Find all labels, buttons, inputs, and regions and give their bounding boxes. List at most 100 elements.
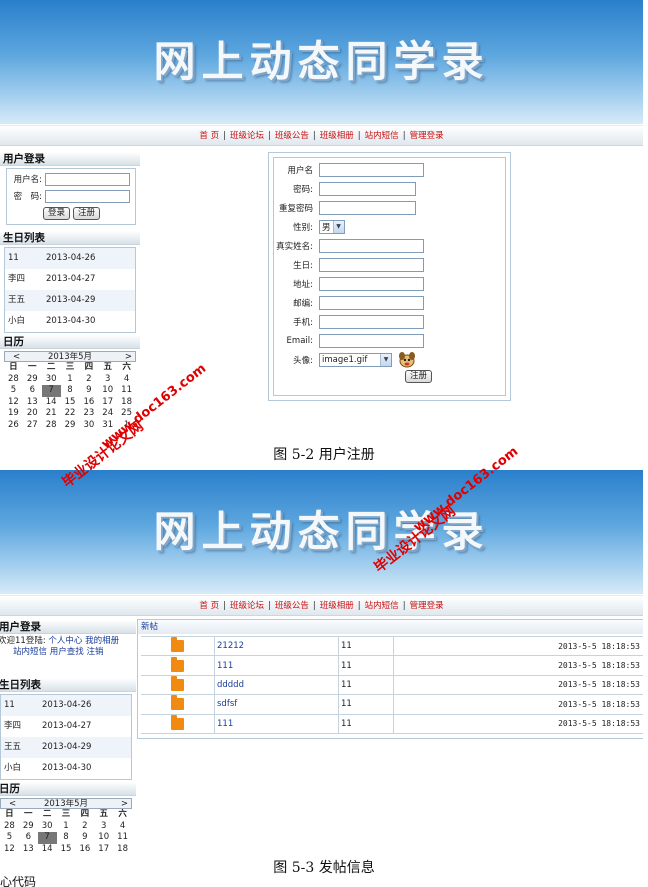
calendar-day[interactable]: 6	[23, 385, 42, 397]
calendar-day[interactable]: 4	[113, 821, 132, 833]
calendar-day[interactable]: 20	[23, 408, 42, 420]
calendar-day[interactable]: 10	[94, 832, 113, 844]
calendar-prev-icon[interactable]: <	[13, 352, 20, 362]
calendar-day[interactable]: 31	[98, 420, 117, 432]
link-logout[interactable]: 注销	[86, 647, 103, 657]
calendar-day[interactable]: 18	[117, 397, 136, 409]
calendar-next-icon[interactable]: >	[125, 352, 132, 362]
register-input[interactable]	[319, 257, 424, 272]
nav-forum[interactable]: 班级论坛	[230, 601, 264, 611]
calendar-day[interactable]: 12	[0, 844, 19, 855]
login-button[interactable]: 登录	[43, 207, 71, 220]
calendar-day[interactable]: 30	[38, 821, 57, 833]
calendar-day[interactable]: 8	[61, 385, 80, 397]
calendar-day[interactable]: 1	[57, 821, 76, 833]
register-input[interactable]	[319, 238, 424, 253]
gender-select[interactable]: 男 ▼	[319, 219, 345, 234]
calendar-day[interactable]: 12	[4, 397, 23, 409]
calendar-day[interactable]: 11	[113, 832, 132, 844]
calendar-day[interactable]: 5	[4, 385, 23, 397]
post-subject-link[interactable]: 21212	[215, 637, 339, 656]
calendar-day[interactable]: 28	[42, 420, 61, 432]
register-input[interactable]	[319, 314, 424, 329]
calendar-day[interactable]: 15	[61, 397, 80, 409]
calendar-day[interactable]: 11	[117, 385, 136, 397]
calendar-next-icon[interactable]: >	[121, 799, 128, 809]
calendar-day[interactable]: 26	[4, 420, 23, 432]
register-submit-button[interactable]: 注册	[405, 370, 433, 383]
post-subject-link[interactable]: ddddd	[215, 675, 339, 695]
calendar-day[interactable]: 27	[23, 420, 42, 432]
register-input[interactable]	[319, 162, 424, 177]
nav-forum[interactable]: 班级论坛	[230, 131, 264, 141]
chevron-down-icon: ▼	[380, 353, 391, 366]
nav-album[interactable]: 班级相册	[320, 601, 354, 611]
calendar-day[interactable]: 23	[79, 408, 98, 420]
nav-admin-login[interactable]: 管理登录	[410, 601, 444, 611]
calendar-day[interactable]: 2	[75, 821, 94, 833]
register-button[interactable]: 注册	[73, 207, 101, 220]
calendar-day[interactable]: 14	[38, 844, 57, 855]
post-author: 11	[339, 714, 394, 733]
calendar-day[interactable]: 1	[61, 374, 80, 386]
calendar-day[interactable]: 10	[98, 385, 117, 397]
calendar-day[interactable]: 3	[94, 821, 113, 833]
calendar-day[interactable]: 13	[23, 397, 42, 409]
calendar-day[interactable]: 9	[75, 832, 94, 844]
calendar-day[interactable]: 5	[0, 832, 19, 844]
calendar-day[interactable]: 28	[4, 374, 23, 386]
calendar-day[interactable]: 1	[117, 420, 136, 432]
calendar-day[interactable]: 7	[37, 832, 57, 844]
calendar-day[interactable]: 19	[4, 408, 23, 420]
calendar-day[interactable]: 29	[23, 374, 42, 386]
register-input[interactable]	[319, 181, 416, 196]
calendar-day[interactable]: 4	[117, 374, 136, 386]
calendar-day[interactable]: 28	[0, 821, 19, 833]
calendar-day[interactable]: 17	[94, 844, 113, 855]
calendar-day[interactable]: 7	[41, 385, 61, 397]
calendar-day[interactable]: 21	[42, 408, 61, 420]
password-input[interactable]	[45, 190, 130, 203]
register-input[interactable]	[319, 200, 416, 215]
nav-home[interactable]: 首 页	[199, 131, 219, 141]
calendar-day[interactable]: 16	[79, 397, 98, 409]
calendar-day[interactable]: 3	[98, 374, 117, 386]
calendar-prev-icon[interactable]: <	[9, 799, 16, 809]
post-subject-link[interactable]: sdfsf	[215, 695, 339, 714]
link-profile[interactable]: 个人中心	[48, 636, 82, 646]
nav-album[interactable]: 班级相册	[320, 131, 354, 141]
post-subject-link[interactable]: 111	[215, 656, 339, 675]
calendar-day[interactable]: 8	[57, 832, 76, 844]
calendar-day[interactable]: 9	[79, 385, 98, 397]
calendar-day[interactable]: 29	[19, 821, 38, 833]
calendar-day[interactable]: 15	[57, 844, 76, 855]
calendar-day[interactable]: 30	[42, 374, 61, 386]
register-input[interactable]	[319, 295, 424, 310]
nav-home[interactable]: 首 页	[199, 601, 219, 611]
calendar-day[interactable]: 13	[19, 844, 38, 855]
calendar-day[interactable]: 2	[79, 374, 98, 386]
calendar-day[interactable]: 30	[79, 420, 98, 432]
calendar-day[interactable]: 29	[61, 420, 80, 432]
calendar-day[interactable]: 6	[19, 832, 38, 844]
link-my-album[interactable]: 我的相册	[85, 636, 119, 646]
calendar-day[interactable]: 17	[98, 397, 117, 409]
nav-notice[interactable]: 班级公告	[275, 131, 309, 141]
calendar-day[interactable]: 22	[61, 408, 80, 420]
post-subject-link[interactable]: 111	[215, 714, 339, 733]
link-messages[interactable]: 站内短信	[13, 647, 47, 657]
calendar-day[interactable]: 24	[98, 408, 117, 420]
nav-messages[interactable]: 站内短信	[365, 131, 399, 141]
calendar-day[interactable]: 16	[75, 844, 94, 855]
calendar-day[interactable]: 18	[113, 844, 132, 855]
nav-notice[interactable]: 班级公告	[275, 601, 309, 611]
register-input[interactable]	[319, 333, 424, 348]
nav-messages[interactable]: 站内短信	[365, 601, 399, 611]
link-user-search[interactable]: 用户查找	[50, 647, 84, 657]
username-input[interactable]	[45, 173, 130, 186]
register-input[interactable]	[319, 276, 424, 291]
calendar-day[interactable]: 25	[117, 408, 136, 420]
calendar-day[interactable]: 14	[42, 397, 61, 409]
avatar-select[interactable]: image1.gif ▼	[319, 352, 392, 367]
nav-admin-login[interactable]: 管理登录	[410, 131, 444, 141]
